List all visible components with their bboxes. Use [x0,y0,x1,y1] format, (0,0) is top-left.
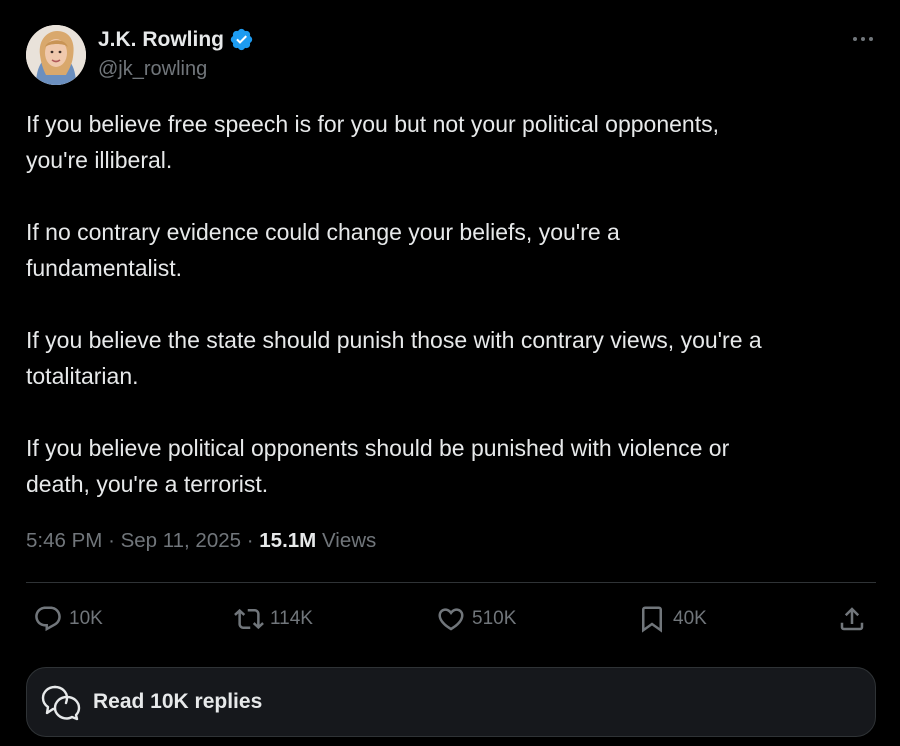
tweet-metadata: 5:46 PM · Sep 11, 2025 · 15.1M Views [26,529,376,553]
author-name-row: J.K. Rowling [98,27,254,52]
avatar[interactable] [26,25,86,85]
views-label: Views [321,529,377,552]
verified-badge-icon[interactable] [229,27,254,52]
tweet-date[interactable]: Sep 11, 2025 [121,529,241,552]
reply-count: 10K [69,608,103,629]
chat-bubbles-icon [41,685,81,721]
read-replies-label: Read 10K replies [93,690,263,713]
repost-arrows-icon [234,608,264,630]
heart-icon [438,608,464,631]
bookmark-icon [642,606,662,633]
views-count[interactable]: 15.1M [259,529,316,552]
more-options-button[interactable] [850,28,876,50]
like-button[interactable]: 510K [436,604,516,634]
tweet-paragraph: If you believe political opponents shoul… [26,435,730,497]
divider [26,582,876,583]
action-bar: 10K 114K 510K 40K [0,600,900,642]
read-replies-button[interactable]: Read 10K replies [26,667,876,737]
repost-count: 114K [270,608,313,629]
bookmark-button[interactable]: 40K [637,604,707,634]
meta-separator: · [108,529,115,552]
reply-bubble-icon [35,606,61,632]
share-upload-icon [840,607,864,631]
tweet-paragraph: If you believe free speech is for you bu… [26,111,719,173]
author-name[interactable]: J.K. Rowling [98,28,224,52]
like-count: 510K [472,608,517,629]
tweet-text: If you believe free speech is for you bu… [26,106,886,538]
author-handle[interactable]: @jk_rowling [98,58,207,81]
repost-button[interactable]: 114K [234,604,313,634]
bookmark-count: 40K [673,608,707,629]
reply-button[interactable]: 10K [33,604,103,634]
more-dots-icon [853,37,873,41]
meta-separator: · [246,529,254,552]
tweet-paragraph: If no contrary evidence could change you… [26,219,620,281]
share-button[interactable] [837,604,873,634]
tweet-paragraph: If you believe the state should punish t… [26,327,762,389]
tweet-time[interactable]: 5:46 PM [26,529,102,552]
